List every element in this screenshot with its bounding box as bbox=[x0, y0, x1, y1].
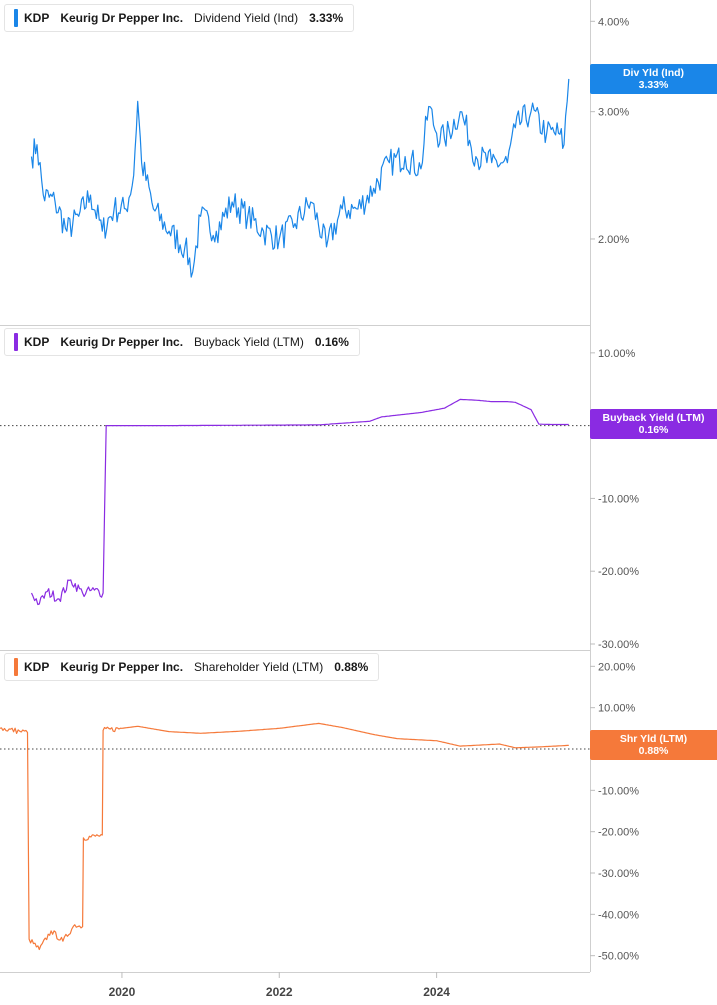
legend-value: 0.88% bbox=[334, 660, 369, 674]
series-line bbox=[0, 722, 569, 951]
x-tick-label: 2020 bbox=[109, 985, 136, 999]
legend-color-bar bbox=[14, 333, 18, 351]
y-tick-label: 20.00% bbox=[598, 661, 636, 673]
x-tick-label: 2024 bbox=[423, 985, 450, 999]
legend-ticker: KDP bbox=[24, 335, 50, 349]
legend-company: Keurig Dr Pepper Inc. bbox=[60, 11, 184, 25]
x-tick-label: 2022 bbox=[266, 985, 293, 999]
tag-buyback-yield: Buyback Yield (LTM) 0.16% bbox=[590, 409, 717, 440]
tag-value: 0.88% bbox=[638, 745, 669, 758]
legend-color-bar bbox=[14, 9, 18, 27]
legend-ticker: KDP bbox=[24, 11, 50, 25]
legend-metric: Dividend Yield (Ind) bbox=[194, 11, 299, 25]
chart-canvas: 2.00%3.00%4.00%10.00%0.00%-10.00%-20.00%… bbox=[0, 0, 639, 999]
y-tick-label: -30.00% bbox=[598, 639, 639, 651]
series-line bbox=[30, 78, 570, 278]
tag-label: Buyback Yield (LTM) bbox=[602, 412, 705, 425]
y-tick-label: -10.00% bbox=[598, 785, 639, 797]
legend-color-bar bbox=[14, 658, 18, 676]
legend-ticker: KDP bbox=[24, 660, 50, 674]
legend-dividend-yield: KDP Keurig Dr Pepper Inc. Dividend Yield… bbox=[4, 4, 355, 32]
y-tick-label: -50.00% bbox=[598, 951, 639, 963]
y-tick-label: 10.00% bbox=[598, 703, 636, 715]
legend-metric: Buyback Yield (LTM) bbox=[194, 335, 304, 349]
y-tick-label: 3.00% bbox=[598, 107, 629, 119]
y-tick-label: -20.00% bbox=[598, 566, 639, 578]
tag-dividend-yield: Div Yld (Ind) 3.33% bbox=[590, 63, 717, 94]
legend-buyback-yield: KDP Keurig Dr Pepper Inc. Buyback Yield … bbox=[4, 328, 360, 356]
legend-value: 0.16% bbox=[314, 335, 349, 349]
y-tick-label: 4.00% bbox=[598, 16, 629, 28]
legend-value: 3.33% bbox=[309, 11, 344, 25]
series-line bbox=[30, 398, 569, 606]
tag-value: 0.16% bbox=[638, 424, 669, 437]
y-tick-label: -30.00% bbox=[598, 868, 639, 880]
legend-metric: Shareholder Yield (LTM) bbox=[194, 660, 324, 674]
tag-shareholder-yield: Shr Yld (LTM) 0.88% bbox=[590, 730, 717, 761]
y-tick-label: -20.00% bbox=[598, 827, 639, 839]
legend-company: Keurig Dr Pepper Inc. bbox=[60, 660, 184, 674]
y-tick-label: -40.00% bbox=[598, 909, 639, 921]
y-tick-label: 10.00% bbox=[598, 348, 636, 360]
legend-company: Keurig Dr Pepper Inc. bbox=[60, 335, 184, 349]
tag-label: Shr Yld (LTM) bbox=[619, 733, 688, 746]
y-tick-label: 2.00% bbox=[598, 234, 629, 246]
legend-shareholder-yield: KDP Keurig Dr Pepper Inc. Shareholder Yi… bbox=[4, 653, 380, 681]
y-tick-label: -10.00% bbox=[598, 493, 639, 505]
tag-label: Div Yld (Ind) bbox=[622, 66, 685, 79]
tag-value: 3.33% bbox=[638, 78, 669, 91]
